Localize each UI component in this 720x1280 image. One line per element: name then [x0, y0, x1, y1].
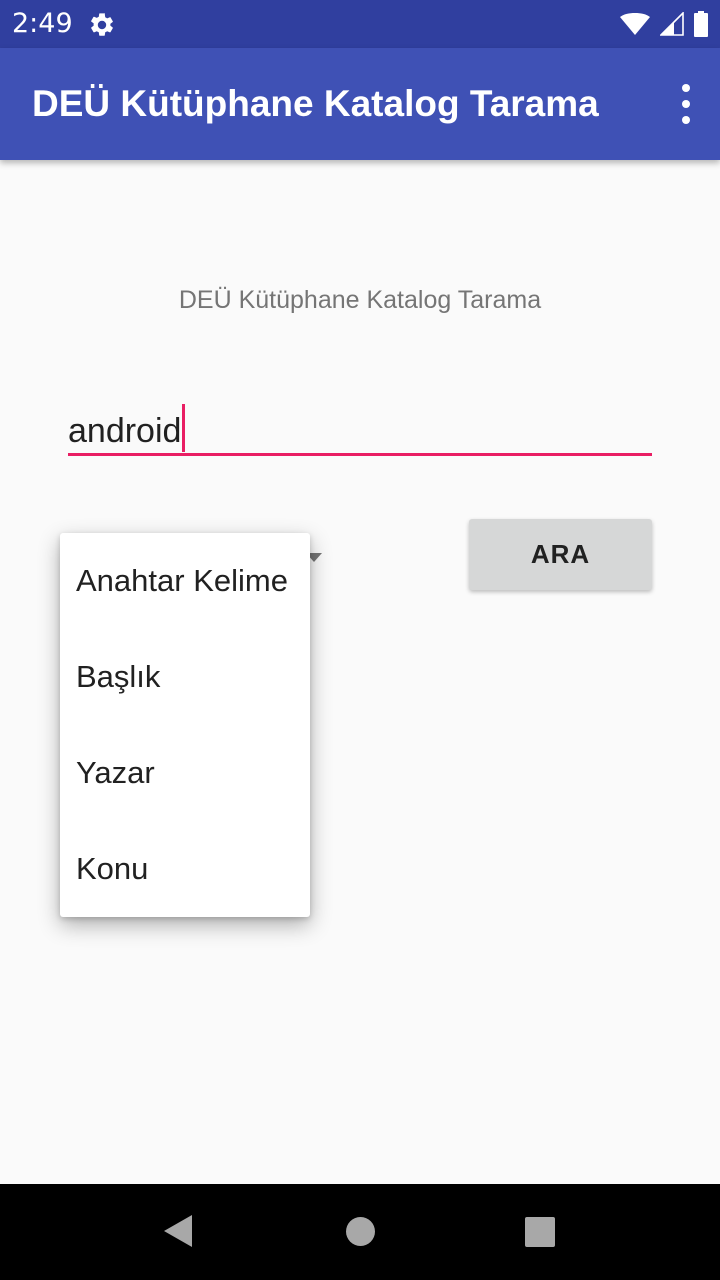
search-button[interactable]: ARA: [469, 519, 652, 590]
search-type-dropdown: Anahtar Kelime Başlık Yazar Konu: [60, 533, 310, 917]
dropdown-option-subject[interactable]: Konu: [60, 821, 310, 917]
dropdown-option-author[interactable]: Yazar: [60, 725, 310, 821]
home-icon[interactable]: [346, 1217, 375, 1246]
dropdown-option-title[interactable]: Başlık: [60, 629, 310, 725]
app-bar: DEÜ Kütüphane Katalog Tarama: [0, 48, 720, 160]
back-icon[interactable]: [164, 1215, 192, 1247]
status-time: 2:49: [12, 8, 73, 39]
status-bar: 2:49: [0, 0, 720, 48]
signal-icon: [660, 12, 684, 36]
search-input-value[interactable]: android: [68, 404, 186, 452]
gear-icon: [91, 13, 113, 36]
app-title: DEÜ Kütüphane Katalog Tarama: [32, 83, 599, 124]
dropdown-option-keyword[interactable]: Anahtar Kelime: [60, 533, 310, 629]
search-input[interactable]: android: [68, 398, 652, 456]
battery-icon: [694, 11, 708, 37]
more-vert-icon[interactable]: [676, 84, 696, 124]
page-heading: DEÜ Kütüphane Katalog Tarama: [178, 286, 542, 314]
wifi-icon: [620, 13, 650, 35]
status-icons: [620, 10, 708, 38]
recents-icon[interactable]: [525, 1217, 555, 1247]
text-cursor: [182, 404, 186, 452]
